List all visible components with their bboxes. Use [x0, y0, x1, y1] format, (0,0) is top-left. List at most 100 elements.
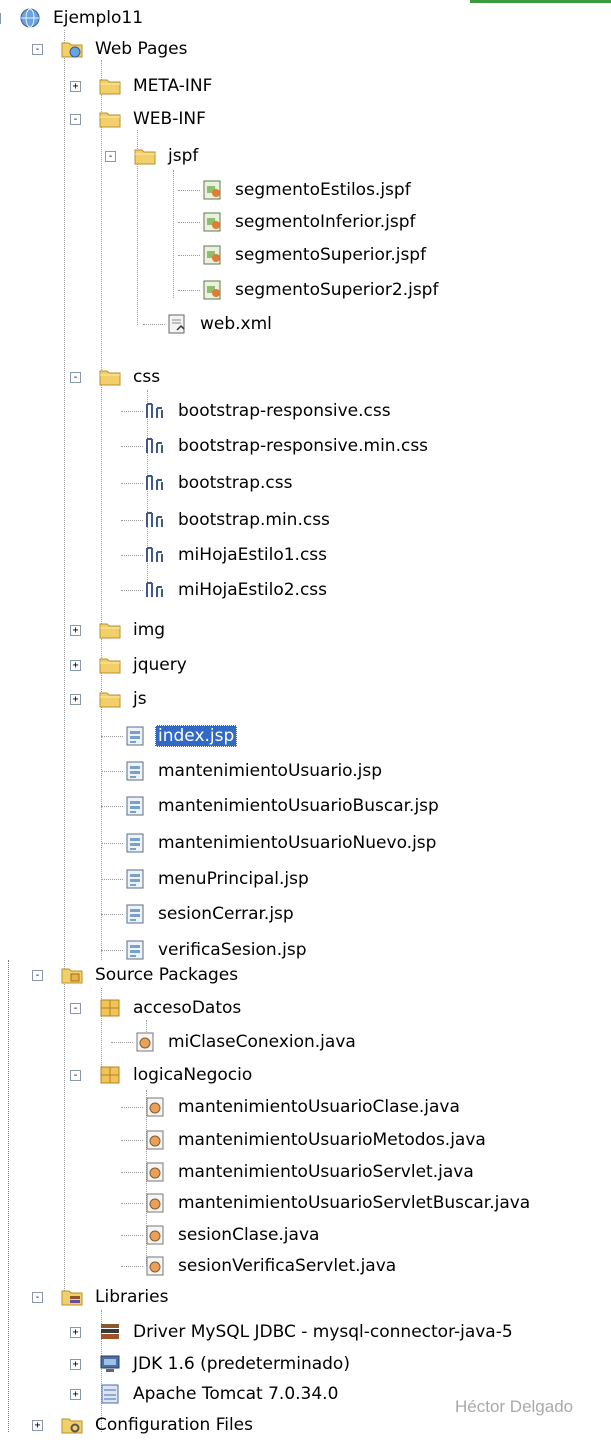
- tree-item-driver-mysql-jdbc-mysql-connector-java-5[interactable]: Driver MySQL JDBC - mysql-connector-java…: [98, 1315, 516, 1349]
- tree-item-label: mantenimientoUsuarioClase.java: [178, 1097, 460, 1117]
- tree-item-label: jspf: [168, 146, 199, 166]
- tree-item-mantenimientousuarioclase-java[interactable]: mantenimientoUsuarioClase.java: [143, 1090, 463, 1124]
- tree-item-jdk-1-6-predeterminado[interactable]: JDK 1.6 (predeterminado): [98, 1347, 353, 1381]
- tree-item-label: segmentoSuperior2.jspf: [235, 280, 439, 300]
- package-icon: [98, 997, 122, 1019]
- tree-item-segmentoestilos-jspf[interactable]: segmentoEstilos.jspf: [200, 173, 414, 207]
- jsp-file-icon: [123, 868, 147, 890]
- collapse-toggle-icon[interactable]: -: [0, 13, 1, 24]
- expand-toggle-icon[interactable]: +: [70, 660, 81, 671]
- tree-item-bootstrap-min-css[interactable]: bootstrap.min.css: [143, 503, 333, 537]
- expand-toggle-icon[interactable]: +: [70, 1359, 81, 1370]
- tree-item-label: mantenimientoUsuarioNuevo.jsp: [158, 833, 437, 853]
- tree-item-libraries[interactable]: Libraries: [60, 1280, 171, 1314]
- tree-item-label: Web Pages: [95, 39, 188, 59]
- java-file-icon: [143, 1224, 167, 1246]
- tree-item-segmentoinferior-jspf[interactable]: segmentoInferior.jspf: [200, 205, 419, 239]
- collapse-toggle-icon[interactable]: -: [32, 1292, 43, 1303]
- collapse-toggle-icon[interactable]: -: [70, 1003, 81, 1014]
- tree-item-ejemplo11[interactable]: Ejemplo11: [18, 1, 146, 35]
- tree-item-bootstrap-responsive-css[interactable]: bootstrap-responsive.css: [143, 394, 394, 428]
- project-tree: Ejemplo11 - Web Pages - META-INF + WEB-INF - jsp…: [0, 0, 611, 1435]
- jspf-file-icon: [200, 211, 224, 233]
- tree-item-web-xml[interactable]: web.xml: [165, 307, 275, 341]
- window-edge-accent: [470, 0, 611, 3]
- tree-item-mantenimientousuarionuevo-jsp[interactable]: mantenimientoUsuarioNuevo.jsp: [123, 826, 439, 860]
- expand-toggle-icon[interactable]: +: [32, 1420, 43, 1431]
- tree-item-apache-tomcat-7-0-34-0[interactable]: Apache Tomcat 7.0.34.0: [98, 1377, 341, 1411]
- tree-item-css[interactable]: css: [98, 360, 163, 394]
- expand-toggle-icon[interactable]: +: [70, 625, 81, 636]
- expand-toggle-icon[interactable]: +: [70, 81, 81, 92]
- tree-item-label: bootstrap.css: [178, 473, 293, 493]
- css-file-icon: [143, 400, 167, 422]
- tree-item-jspf[interactable]: jspf: [133, 139, 201, 173]
- package-icon: [98, 1064, 122, 1086]
- tree-item-label: segmentoInferior.jspf: [235, 212, 416, 232]
- tree-item-label: bootstrap-responsive.css: [178, 401, 391, 421]
- tree-connector: [121, 1140, 143, 1141]
- tree-item-menuprincipal-jsp[interactable]: menuPrincipal.jsp: [123, 862, 312, 896]
- tree-item-sesionverificaservlet-java[interactable]: sesionVerificaServlet.java: [143, 1249, 399, 1283]
- expand-toggle-icon[interactable]: +: [70, 694, 81, 705]
- tree-item-label: css: [133, 367, 161, 387]
- tree-item-bootstrap-css[interactable]: bootstrap.css: [143, 466, 295, 500]
- tree-connector: [178, 290, 200, 291]
- tree-connector: [178, 255, 200, 256]
- tree-item-js[interactable]: js: [98, 682, 150, 716]
- tree-item-accesodatos[interactable]: accesoDatos: [98, 991, 244, 1025]
- tree-connector: [121, 1235, 143, 1236]
- tree-item-sesionclase-java[interactable]: sesionClase.java: [143, 1218, 322, 1252]
- folder-icon: [98, 688, 122, 710]
- tree-item-label: sesionCerrar.jsp: [158, 904, 294, 924]
- tree-item-source-packages[interactable]: Source Packages: [60, 958, 241, 992]
- tree-item-label: img: [133, 620, 166, 640]
- expand-toggle-icon[interactable]: +: [70, 1389, 81, 1400]
- collapse-toggle-icon[interactable]: -: [70, 1070, 81, 1081]
- tree-connector: [121, 483, 143, 484]
- tree-item-mihojaestilo1-css[interactable]: miHojaEstilo1.css: [143, 538, 330, 572]
- tree-item-mihojaestilo2-css[interactable]: miHojaEstilo2.css: [143, 573, 330, 607]
- tree-item-mantenimientousuarioservlet-java[interactable]: mantenimientoUsuarioServlet.java: [143, 1155, 477, 1189]
- tree-connector: [173, 170, 174, 298]
- tree-item-img[interactable]: img: [98, 613, 168, 647]
- tree-item-configuration-files[interactable]: Configuration Files: [60, 1408, 256, 1442]
- tree-connector: [101, 736, 123, 737]
- tree-connector: [178, 190, 200, 191]
- collapse-toggle-icon[interactable]: -: [70, 114, 81, 125]
- tree-item-label: WEB-INF: [133, 109, 206, 129]
- tree-item-mantenimientousuariobuscar-jsp[interactable]: mantenimientoUsuarioBuscar.jsp: [123, 789, 442, 823]
- tree-item-meta-inf[interactable]: META-INF: [98, 69, 215, 103]
- tree-item-segmentosuperior2-jspf[interactable]: segmentoSuperior2.jspf: [200, 273, 441, 307]
- tree-item-index-jsp[interactable]: index.jsp: [123, 719, 238, 753]
- tree-item-label: Libraries: [95, 1287, 169, 1307]
- tree-item-web-pages[interactable]: Web Pages: [60, 32, 190, 66]
- jspf-file-icon: [200, 279, 224, 301]
- tree-item-miclaseconexion-java[interactable]: miClaseConexion.java: [133, 1025, 359, 1059]
- tree-item-bootstrap-responsive-min-css[interactable]: bootstrap-responsive.min.css: [143, 429, 431, 463]
- collapse-toggle-icon[interactable]: -: [32, 970, 43, 981]
- collapse-toggle-icon[interactable]: -: [105, 151, 116, 162]
- tree-connector: [101, 950, 123, 951]
- config-folder-icon: [60, 1414, 84, 1436]
- tree-guide-line: [8, 960, 9, 1432]
- tree-connector: [101, 879, 123, 880]
- tree-item-web-inf[interactable]: WEB-INF: [98, 102, 209, 136]
- tree-item-label: logicaNegocio: [133, 1065, 253, 1085]
- css-file-icon: [143, 579, 167, 601]
- tree-item-label: Source Packages: [95, 965, 239, 985]
- tree-item-segmentosuperior-jspf[interactable]: segmentoSuperior.jspf: [200, 238, 429, 272]
- watermark: Héctor Delgado: [455, 1397, 574, 1416]
- tree-item-jquery[interactable]: jquery: [98, 648, 190, 682]
- java-file-icon: [143, 1129, 167, 1151]
- tree-item-sesioncerrar-jsp[interactable]: sesionCerrar.jsp: [123, 897, 297, 931]
- tree-item-logicanegocio[interactable]: logicaNegocio: [98, 1058, 255, 1092]
- tree-item-mantenimientousuarioservletbuscar-java[interactable]: mantenimientoUsuarioServletBuscar.java: [143, 1186, 533, 1220]
- java-file-icon: [133, 1031, 157, 1053]
- expand-toggle-icon[interactable]: +: [70, 1327, 81, 1338]
- tree-item-mantenimientousuario-jsp[interactable]: mantenimientoUsuario.jsp: [123, 754, 385, 788]
- collapse-toggle-icon[interactable]: -: [70, 372, 81, 383]
- tree-connector: [64, 30, 65, 1297]
- tree-item-mantenimientousuariometodos-java[interactable]: mantenimientoUsuarioMetodos.java: [143, 1123, 489, 1157]
- collapse-toggle-icon[interactable]: -: [32, 44, 43, 55]
